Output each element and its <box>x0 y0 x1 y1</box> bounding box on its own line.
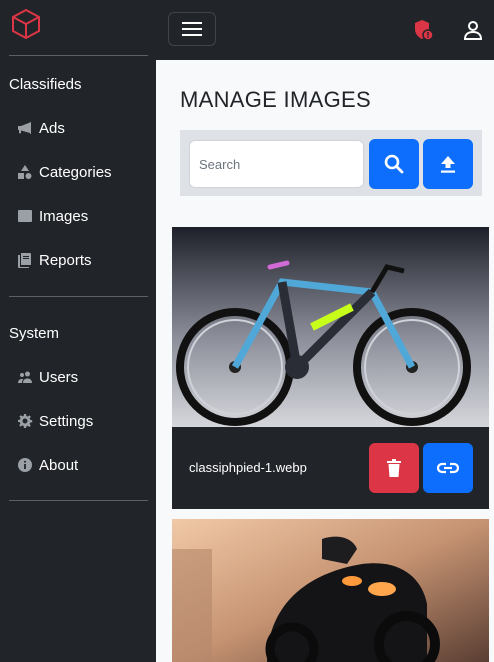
megaphone-icon <box>17 120 33 136</box>
gear-icon <box>17 413 33 429</box>
sidebar-item-categories[interactable]: Categories <box>17 161 112 183</box>
upload-button[interactable] <box>423 139 473 189</box>
sidebar-divider <box>9 500 148 501</box>
image-filename: classiphpied-1.webp <box>189 460 307 475</box>
sidebar: Classifieds Ads Categories Images Report… <box>0 0 156 662</box>
motorcycle-image <box>172 519 489 662</box>
search-input[interactable] <box>189 140 364 188</box>
sidebar-item-label: Images <box>39 207 89 225</box>
copy-link-button[interactable] <box>423 443 473 493</box>
image-card: classiphpied-1.webp <box>172 227 489 509</box>
sidebar-item-label: Users <box>39 368 79 386</box>
sidebar-item-ads[interactable]: Ads <box>17 117 65 139</box>
box-logo-icon[interactable] <box>10 7 42 41</box>
sidebar-item-label: Categories <box>39 163 112 181</box>
trash-icon <box>387 459 401 477</box>
sidebar-divider <box>9 296 148 297</box>
link-icon <box>437 462 459 474</box>
sidebar-heading-classifieds: Classifieds <box>9 76 82 93</box>
shapes-icon <box>17 164 33 180</box>
sidebar-item-reports[interactable]: Reports <box>17 249 92 271</box>
sidebar-item-label: Settings <box>39 412 94 430</box>
image-card-footer: classiphpied-1.webp <box>172 427 489 509</box>
sidebar-item-users[interactable]: Users <box>17 366 78 388</box>
upload-icon <box>441 156 455 173</box>
bicycle-image <box>172 227 489 427</box>
sidebar-divider <box>9 55 148 56</box>
top-navbar <box>156 0 494 60</box>
sidebar-item-label: Reports <box>39 251 92 269</box>
search-icon <box>384 154 404 174</box>
menu-toggle-button[interactable] <box>168 12 216 46</box>
image-icon <box>17 208 33 224</box>
sidebar-heading-system: System <box>9 325 60 342</box>
sidebar-item-settings[interactable]: Settings <box>17 410 93 432</box>
search-toolbar <box>180 130 482 196</box>
hamburger-icon <box>182 22 202 36</box>
sidebar-item-about[interactable]: About <box>17 454 78 476</box>
image-card <box>172 519 489 662</box>
user-account-icon[interactable] <box>463 20 483 40</box>
page-title: MANAGE IMAGES <box>180 87 371 112</box>
info-circle-icon <box>17 457 33 473</box>
people-icon <box>17 369 33 385</box>
journals-icon <box>17 252 33 268</box>
sidebar-item-label: Ads <box>39 119 65 137</box>
search-button[interactable] <box>369 139 419 189</box>
sidebar-item-images[interactable]: Images <box>17 205 88 227</box>
delete-image-button[interactable] <box>369 443 419 493</box>
shield-alert-icon[interactable] <box>414 19 434 41</box>
sidebar-item-label: About <box>39 456 79 474</box>
